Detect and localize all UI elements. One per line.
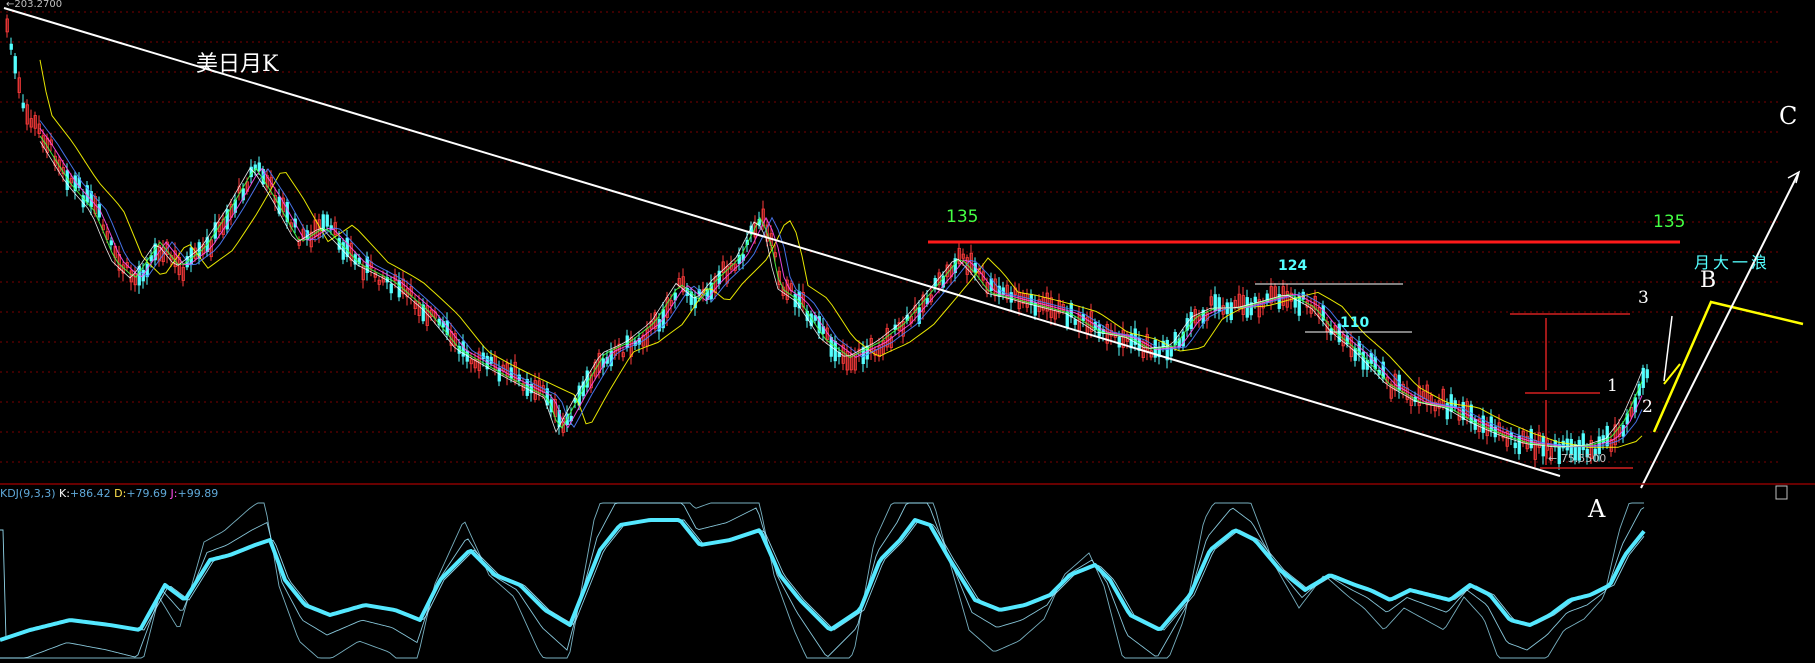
candle-body [1581,433,1585,451]
kdj-d-label: D: [114,487,127,500]
candle-body [1229,302,1233,321]
kdj-j-label: J: [170,487,178,500]
candle-body [833,340,837,362]
wave-label-b: B [1700,268,1716,293]
level-label-124: 124 [1278,258,1307,274]
wave-label-3: 3 [1638,288,1649,308]
candle-body [1641,367,1645,388]
kdj-k-label: K: [59,487,70,500]
wave-label-a: A [1587,495,1606,523]
kdj-j-value: +99.89 [177,487,219,500]
chart-canvas: 135 135 124 110 月大一浪 3 1 2 A B C ← 75.55… [0,7,1815,659]
grid-lines [0,11,1780,463]
low-marker-value: 75.5500 [1561,452,1607,465]
kdj-line-1 [0,502,1645,659]
wave-label-2: 2 [1642,397,1653,417]
kdj-k-value: +86.42 [69,487,111,500]
candle-body [1565,438,1569,451]
candle-body [1541,435,1545,457]
candle-body [1645,369,1649,379]
candle-body [1169,347,1173,357]
high-price-value: 203.2700 [14,0,63,10]
wave-label-1: 1 [1607,376,1618,396]
ma-line [39,128,1643,448]
candle-body [389,283,393,294]
candle-body [1517,435,1521,455]
wave-label-c: C [1779,102,1797,130]
candle-body [1481,415,1485,433]
chart-title: 美日月K [196,52,279,77]
candle-body [1073,319,1077,325]
low-marker-label: ← 75.5500 [1548,452,1606,465]
level-label-left: 135 [946,207,978,227]
kdj-main-line [0,518,1646,642]
candle-body [1513,442,1517,449]
kdj-d-value: +79.69 [126,487,168,500]
candle-body [109,240,113,246]
candle-body [1253,296,1257,303]
kdj-name: KDJ(9,3,3) [0,487,56,500]
kdj-pane [0,502,1646,659]
ma-line [39,135,1643,448]
candle-body [257,162,261,172]
candle-body [325,214,329,227]
level-label-110: 110 [1340,315,1369,331]
level-label-right: 135 [1653,212,1685,232]
candle-body [13,56,17,74]
wave-white-small [1663,315,1673,382]
candle-body [9,43,13,50]
candle-body [1353,348,1357,361]
candle-body [21,102,25,109]
scroll-box [1775,485,1788,500]
kdj-readout: KDJ(9,3,3) K:+86.42 D:+79.69 J:+99.89 [0,487,218,500]
kdj-line-0 [0,502,1644,659]
candle-body [1189,312,1193,330]
high-price-label: ←203.2700 [6,0,63,10]
